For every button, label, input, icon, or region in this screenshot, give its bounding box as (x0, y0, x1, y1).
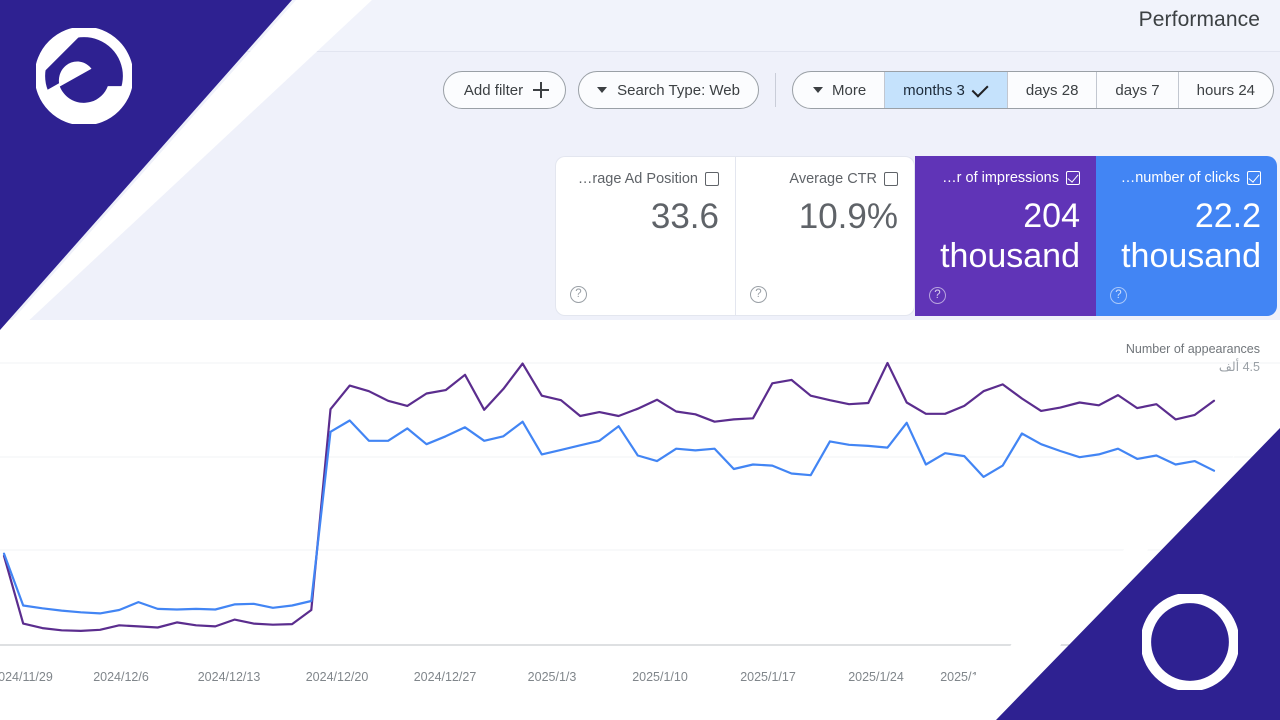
chevron-down-icon (812, 87, 823, 93)
plus-icon (533, 82, 550, 98)
metric-value: 10.9% (798, 197, 898, 236)
metric-card-header: …number of clicks (1121, 170, 1261, 186)
range-7-days[interactable]: days 7 (1097, 72, 1179, 108)
metric-label: …number of clicks (1120, 170, 1240, 186)
metric-value: 204 thousand (940, 197, 1080, 275)
metric-card-impressions[interactable]: …r of impressions 204 thousand ? (915, 156, 1096, 316)
metric-value: 22.2 thousand (1121, 197, 1261, 275)
help-circle-icon[interactable]: ? (1110, 287, 1127, 304)
x-axis-tick: 2025/1/3 (527, 670, 577, 684)
chart-line-clicks (2, 419, 1216, 615)
help-circle-icon[interactable]: ? (929, 287, 946, 304)
metric-card-header: Average CTR (789, 171, 898, 187)
filter-toolbar: Add filter Search Type: Web More months … (0, 53, 1280, 153)
performance-chart-panel: Number of appearances 4.5 ألف 2024/11/29… (0, 320, 1280, 720)
x-axis-tick: 2024/12/13 (197, 670, 261, 684)
metric-card-clicks[interactable]: …number of clicks 22.2 thousand ? (1096, 156, 1277, 316)
search-type-label: Search Type: Web (617, 81, 740, 99)
metric-value: 33.6 (650, 197, 719, 236)
range-3-months-label: months 3 (903, 81, 965, 99)
check-icon (971, 80, 989, 98)
help-circle-icon[interactable]: ? (750, 286, 767, 303)
range-24-hours[interactable]: hours 24 (1179, 72, 1273, 108)
x-axis-tick: 2024/12/27 (413, 670, 477, 684)
x-axis-tick: 2024/12/20 (305, 670, 369, 684)
add-filter-label: Add filter (463, 81, 524, 99)
range-3-months[interactable]: months 3 (885, 72, 1008, 108)
help-circle-icon[interactable]: ? (570, 286, 587, 303)
y-axis-tick-top: 4.5 ألف (1218, 360, 1260, 374)
metric-checkbox[interactable] (884, 172, 898, 186)
chart-line-impressions (2, 361, 1216, 632)
metric-label: Average CTR (789, 171, 877, 187)
metric-checkbox[interactable] (1066, 171, 1080, 185)
x-axis-tick: 2024/12/6 (93, 670, 149, 684)
range-28-days-label: days 28 (1025, 81, 1079, 99)
metric-card-average-ctr[interactable]: Average CTR 10.9% ? (735, 156, 915, 316)
x-axis-tick: 2025/1/24 (848, 670, 904, 684)
x-axis-tick: 2025/1/10 (632, 670, 688, 684)
metric-card-header: …rage Ad Position (578, 171, 719, 187)
range-24-hours-label: hours 24 (1196, 81, 1255, 99)
metric-card-ad-position[interactable]: …rage Ad Position 33.6 ? (555, 156, 735, 316)
metric-checkbox[interactable] (1247, 171, 1261, 185)
y-axis-label: Number of appearances (1125, 342, 1260, 356)
metric-label: …r of impressions (942, 170, 1059, 186)
x-axis-tick: 2024/11/29 (0, 670, 53, 684)
search-type-filter-button[interactable]: Search Type: Web (578, 71, 759, 109)
add-filter-button[interactable]: Add filter (442, 71, 567, 109)
metric-checkbox[interactable] (705, 172, 719, 186)
chevron-down-icon (597, 87, 608, 93)
metric-cards: …rage Ad Position 33.6 ? Average CTR 10.… (555, 156, 1277, 316)
range-28-days[interactable]: days 28 (1008, 72, 1098, 108)
range-7-days-label: days 7 (1115, 81, 1160, 99)
metric-label: …rage Ad Position (577, 171, 698, 187)
page-title: Performance (1138, 8, 1260, 31)
x-axis-tick: 2025/1/31 (940, 670, 996, 684)
app-header: Performance (0, 0, 1280, 52)
toolbar-divider (774, 73, 776, 107)
x-axis-tick: 2025/1/17 (740, 670, 796, 684)
metric-card-header: …r of impressions (942, 170, 1080, 186)
more-ranges-button[interactable]: More (793, 72, 886, 108)
performance-dashboard: Performance Add filter Search Type: Web … (0, 0, 1280, 720)
more-label: More (831, 81, 867, 99)
date-range-group: More months 3 days 28 days 7 hours 24 (791, 71, 1274, 109)
x-axis: 2024/11/29 2024/12/6 2024/12/13 2024/12/20 2… (0, 660, 1280, 720)
